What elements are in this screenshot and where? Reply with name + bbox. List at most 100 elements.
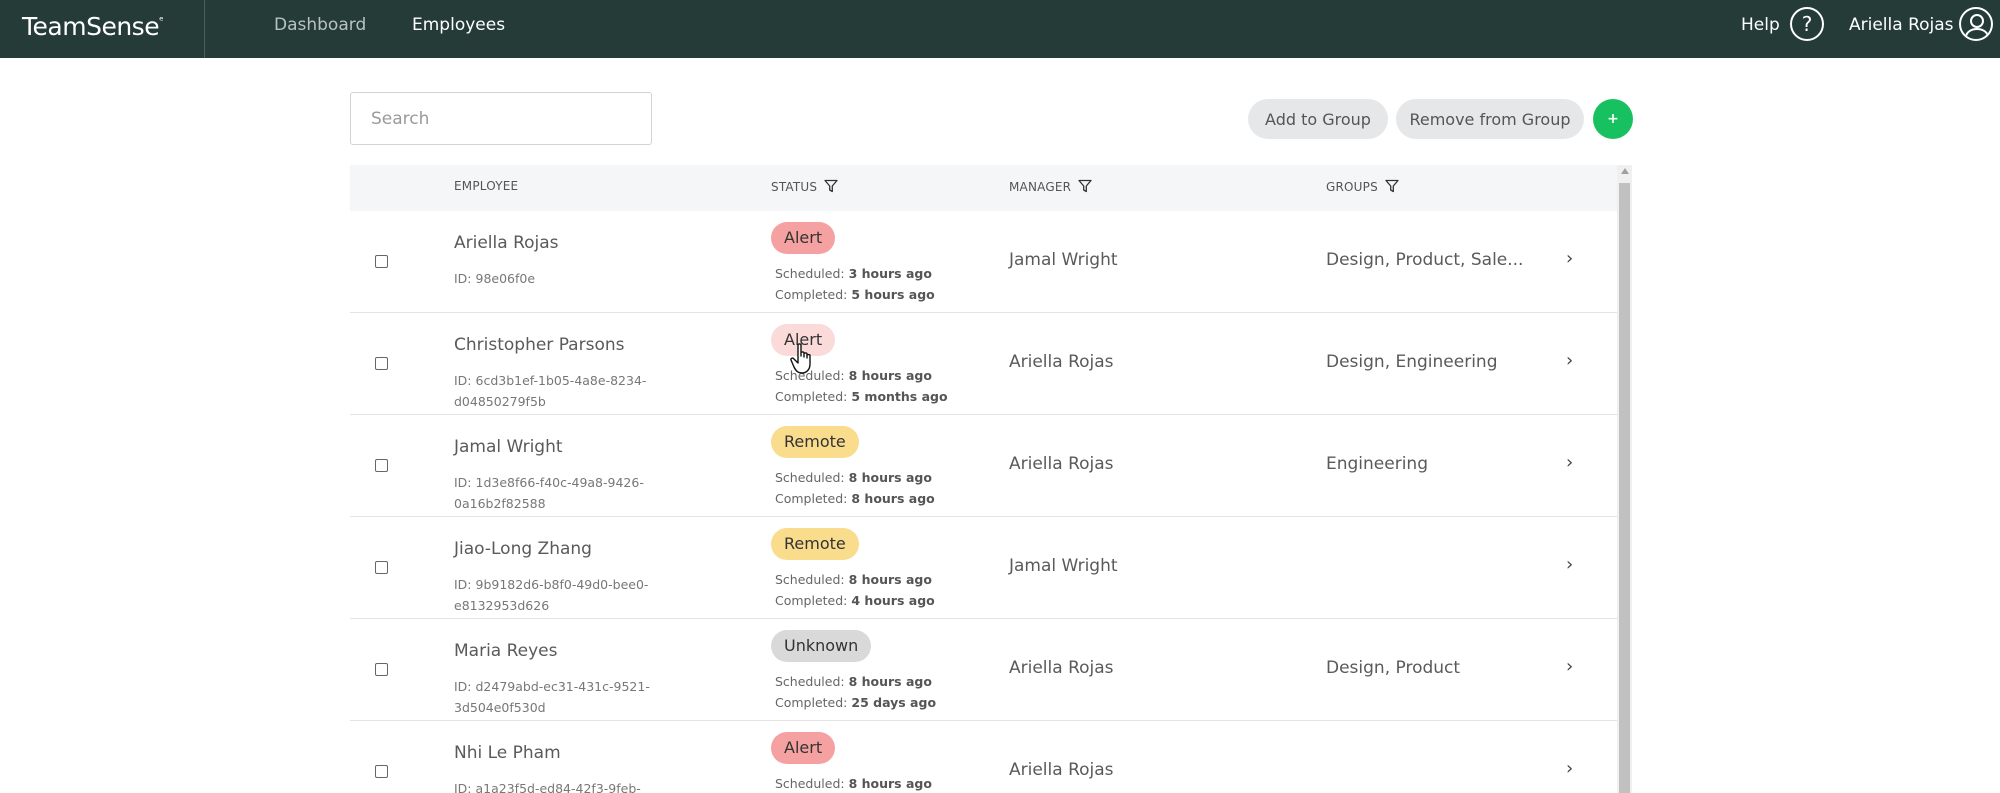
- scheduled-value: 3 hours ago: [848, 266, 932, 281]
- row-checkbox[interactable]: [375, 561, 388, 574]
- manager-name: Jamal Wright: [1009, 556, 1118, 576]
- scheduled-label: Scheduled:: [775, 266, 845, 281]
- help-icon[interactable]: ?: [1790, 7, 1824, 41]
- table-header: EMPLOYEE STATUS MANAGER GROUPS: [350, 165, 1617, 212]
- employee-name: Nhi Le Pham: [454, 743, 561, 763]
- add-to-group-button[interactable]: Add to Group: [1248, 99, 1388, 139]
- logo-leaf-icon: ᵉ: [159, 14, 164, 27]
- logo-text: TeamSense: [22, 12, 160, 41]
- user-avatar-icon[interactable]: [1959, 7, 1993, 41]
- table-row[interactable]: Jamal Wright ID: 1d3e8f66-f40c-49a8-9426…: [350, 415, 1617, 517]
- teamsense-logo[interactable]: TeamSenseᵉ: [22, 12, 164, 41]
- row-checkbox[interactable]: [375, 459, 388, 472]
- table-scrollbar[interactable]: [1617, 165, 1632, 793]
- scheduled-value: 8 hours ago: [848, 470, 932, 485]
- help-link[interactable]: Help: [1741, 15, 1780, 35]
- header-status: STATUS: [771, 179, 838, 194]
- nav-dashboard[interactable]: Dashboard: [274, 15, 366, 35]
- header-groups-label: GROUPS: [1326, 180, 1378, 194]
- chevron-right-icon[interactable]: ›: [1566, 554, 1573, 575]
- manager-name: Ariella Rojas: [1009, 760, 1114, 780]
- remove-from-group-button[interactable]: Remove from Group: [1396, 99, 1584, 139]
- employee-id: ID: a1a23f5d-ed84-42f3-9feb-: [454, 781, 641, 793]
- row-checkbox[interactable]: [375, 357, 388, 370]
- completed-value: 25 days ago: [851, 695, 937, 710]
- table-row[interactable]: Jiao-Long Zhang ID: 9b9182d6-b8f0-49d0-b…: [350, 517, 1617, 619]
- employee-name: Jamal Wright: [454, 437, 563, 457]
- completed-value: 5 hours ago: [851, 287, 935, 302]
- employees-table: EMPLOYEE STATUS MANAGER GROUPS Ariella R…: [350, 165, 1617, 793]
- scroll-up-arrow-icon[interactable]: [1621, 168, 1629, 174]
- scheduled-value: 8 hours ago: [848, 368, 932, 383]
- nav-divider: [204, 0, 205, 58]
- groups-list: Design, Product: [1326, 658, 1461, 678]
- scheduled-value: 8 hours ago: [848, 776, 932, 791]
- groups-filter-icon[interactable]: [1385, 179, 1399, 193]
- groups-list: Design, Product, Sale...: [1326, 250, 1524, 270]
- employee-name: Ariella Rojas: [454, 233, 559, 253]
- chevron-right-icon[interactable]: ›: [1566, 656, 1573, 677]
- header-status-label: STATUS: [771, 180, 818, 194]
- avatar-head: [1970, 14, 1984, 28]
- completed-label: Completed:: [775, 287, 848, 302]
- table-row[interactable]: Ariella Rojas ID: 98e06f0e Alert Schedul…: [350, 211, 1617, 313]
- employee-name: Christopher Parsons: [454, 335, 625, 355]
- table-row[interactable]: Christopher Parsons ID: 6cd3b1ef-1b05-4a…: [350, 313, 1617, 415]
- employee-name: Maria Reyes: [454, 641, 558, 661]
- header-manager: MANAGER: [1009, 179, 1092, 194]
- completed-value: 8 hours ago: [851, 491, 935, 506]
- completed-label: Completed:: [775, 593, 848, 608]
- status-badge[interactable]: Alert: [771, 222, 836, 254]
- scheduled-value: 8 hours ago: [848, 572, 932, 587]
- manager-filter-icon[interactable]: [1078, 179, 1092, 193]
- employee-name: Jiao-Long Zhang: [454, 539, 592, 559]
- status-filter-icon[interactable]: [824, 179, 838, 193]
- header-groups: GROUPS: [1326, 179, 1399, 194]
- manager-name: Ariella Rojas: [1009, 454, 1114, 474]
- groups-list: Design, Engineering: [1326, 352, 1498, 372]
- scheduled-label: Scheduled:: [775, 470, 845, 485]
- employee-id: ID: d2479abd-ec31-431c-9521-3d504e0f530d: [454, 679, 650, 715]
- row-checkbox[interactable]: [375, 663, 388, 676]
- schedule-info: Scheduled: 3 hours ago Completed: 5 hour…: [775, 263, 935, 305]
- manager-name: Ariella Rojas: [1009, 352, 1114, 372]
- employee-id: ID: 98e06f0e: [454, 271, 536, 286]
- chevron-right-icon[interactable]: ›: [1566, 248, 1573, 269]
- chevron-right-icon[interactable]: ›: [1566, 452, 1573, 473]
- employee-id: ID: 6cd3b1ef-1b05-4a8e-8234-d04850279f5b: [454, 373, 647, 409]
- scheduled-label: Scheduled:: [775, 572, 845, 587]
- user-name[interactable]: Ariella Rojas: [1849, 15, 1954, 35]
- hand-cursor-icon: [790, 343, 811, 374]
- chevron-right-icon[interactable]: ›: [1566, 758, 1573, 779]
- status-badge[interactable]: Remote: [771, 528, 859, 560]
- employee-id: ID: 9b9182d6-b8f0-49d0-bee0-e8132953d626: [454, 577, 649, 613]
- status-badge[interactable]: Unknown: [771, 630, 872, 662]
- completed-value: 4 hours ago: [851, 593, 935, 608]
- table-row[interactable]: Nhi Le Pham ID: a1a23f5d-ed84-42f3-9feb-…: [350, 721, 1617, 793]
- chevron-right-icon[interactable]: ›: [1566, 350, 1573, 371]
- status-badge[interactable]: Remote: [771, 426, 859, 458]
- status-badge[interactable]: Alert: [771, 732, 836, 764]
- completed-value: 5 months ago: [851, 389, 948, 404]
- schedule-info: Scheduled: 8 hours ago Completed: 8 hour…: [775, 467, 935, 509]
- schedule-info: Scheduled: 8 hours ago Completed: 4 hour…: [775, 569, 935, 611]
- nav-employees[interactable]: Employees: [412, 15, 505, 35]
- table-row[interactable]: Maria Reyes ID: d2479abd-ec31-431c-9521-…: [350, 619, 1617, 721]
- completed-label: Completed:: [775, 695, 848, 710]
- schedule-info: Scheduled: 8 hours ago Completed: 25 day…: [775, 671, 936, 713]
- schedule-info: Scheduled: 8 hours ago: [775, 773, 932, 793]
- search-input[interactable]: [350, 92, 652, 145]
- manager-name: Ariella Rojas: [1009, 658, 1114, 678]
- scroll-thumb[interactable]: [1619, 183, 1630, 793]
- scheduled-value: 8 hours ago: [848, 674, 932, 689]
- row-checkbox[interactable]: [375, 765, 388, 778]
- scheduled-label: Scheduled:: [775, 776, 845, 791]
- scheduled-label: Scheduled:: [775, 674, 845, 689]
- row-checkbox[interactable]: [375, 255, 388, 268]
- add-employee-button[interactable]: +: [1593, 99, 1633, 139]
- groups-list: Engineering: [1326, 454, 1428, 474]
- header-employee: EMPLOYEE: [454, 179, 519, 193]
- completed-label: Completed:: [775, 491, 848, 506]
- completed-label: Completed:: [775, 389, 848, 404]
- manager-name: Jamal Wright: [1009, 250, 1118, 270]
